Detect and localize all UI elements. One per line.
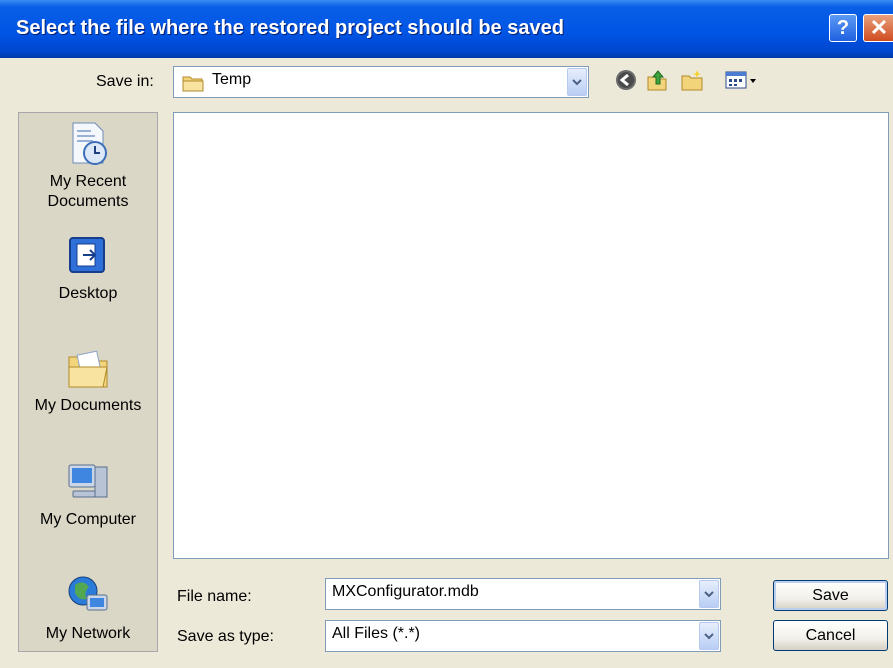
save-in-label: Save in: [96,73,154,90]
my-documents-icon [68,350,108,388]
my-computer-icon [68,464,108,498]
place-my-documents[interactable]: My Documents [19,345,157,416]
file-name-value: MXConfigurator.mdb [332,583,479,600]
close-button[interactable]: ✕ [863,14,893,42]
chevron-down-icon [704,590,714,597]
file-name-dropdown-arrow[interactable] [699,580,719,608]
place-label: My Network [45,625,131,642]
close-icon: ✕ [869,15,889,40]
place-label: My Computer [39,511,137,528]
save-in-value: Temp [212,71,252,88]
title-bar[interactable]: Select the file where the restored proje… [0,0,893,58]
recent-documents-icon [72,122,107,165]
chevron-down-icon [704,632,714,639]
desktop-icon [69,237,105,273]
place-my-computer[interactable]: My Computer [19,459,157,530]
save-as-type-dropdown-arrow[interactable] [699,622,719,650]
file-name-combobox[interactable]: MXConfigurator.mdb [325,578,721,610]
new-folder-icon[interactable] [680,68,704,92]
folder-icon [182,76,204,92]
help-icon: ? [836,16,850,39]
place-my-network[interactable]: My Network [19,573,157,644]
cancel-button[interactable]: Cancel [773,620,888,651]
save-button[interactable]: Save [773,580,888,611]
place-label: My Recent Documents [47,173,129,210]
save-in-dropdown-arrow[interactable] [567,68,587,96]
save-button-label: Save [812,586,849,604]
place-recent-documents[interactable]: My Recent Documents [19,121,157,212]
save-dialog: Select the file where the restored proje… [0,0,893,668]
save-as-type-dropdown[interactable]: All Files (*.*) [325,620,721,652]
save-as-type-value: All Files (*.*) [332,625,421,642]
back-icon[interactable] [614,68,638,92]
places-bar: My Recent Documents Desktop My Documents [18,112,158,652]
views-menu-icon[interactable] [724,68,758,92]
help-button[interactable]: ? [829,14,857,42]
save-as-type-label: Save as type: [177,628,274,645]
up-folder-icon[interactable] [645,68,669,92]
chevron-down-icon [572,78,582,85]
my-network-icon [68,576,108,611]
place-label: My Documents [34,397,142,414]
place-desktop[interactable]: Desktop [19,233,157,304]
dialog-title: Select the file where the restored proje… [16,17,564,39]
place-label: Desktop [58,285,118,302]
file-name-label: File name: [177,588,252,605]
file-list-view[interactable] [173,112,889,559]
save-in-dropdown[interactable]: Temp [173,66,589,98]
cancel-button-label: Cancel [805,626,856,644]
